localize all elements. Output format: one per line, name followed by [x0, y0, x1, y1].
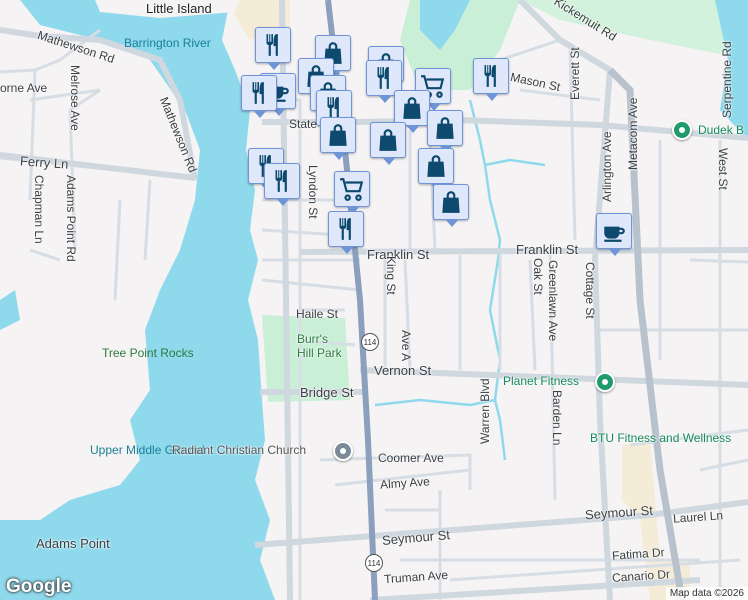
poi-pin-icon[interactable] [595, 372, 615, 392]
road-label: Metacom Ave [626, 97, 640, 170]
road-label: Ave A [399, 330, 413, 362]
shopping-marker[interactable] [370, 122, 406, 165]
restaurant-marker[interactable] [328, 211, 364, 254]
fork-knife-icon [266, 34, 278, 56]
road-label: Melrose Ave [68, 65, 82, 131]
road-label: King St [384, 256, 398, 295]
poi-label[interactable]: Radiant Christian Church [172, 443, 306, 457]
restaurant-marker[interactable] [473, 58, 509, 101]
restaurant-marker[interactable] [264, 163, 300, 206]
church-icon[interactable] [333, 441, 353, 461]
restaurant-marker[interactable] [241, 75, 277, 118]
place-label: Adams Point [36, 536, 110, 551]
road-label: Lyndon St [306, 165, 320, 219]
road-label: Adams Point Rd [64, 175, 78, 262]
road-label: Cottage St [583, 262, 597, 319]
shopping-bag-icon [403, 97, 421, 119]
place-label: Little Island [146, 1, 212, 16]
road-label: Warren Blvd [478, 378, 492, 444]
road-label: Serpentine Rd [720, 41, 734, 118]
map-attribution[interactable]: Map data ©2026 [665, 587, 748, 600]
cafe-marker[interactable] [596, 213, 632, 256]
fork-knife-icon [275, 170, 287, 192]
road-label: Arlington Ave [600, 131, 614, 203]
road-label: Franklin St [367, 247, 430, 262]
road-label: Chapman Ln [32, 175, 46, 244]
road-label: Vernon St [374, 363, 432, 378]
route-shield-icon: 114 [361, 333, 379, 351]
shopping-bag-icon [427, 155, 445, 177]
road-label: Franklin St [516, 242, 579, 257]
grocery-marker[interactable] [334, 171, 370, 214]
route-shield-icon: 114 [365, 554, 383, 572]
park-label: Burr's Hill Park [297, 332, 342, 360]
fork-knife-icon [339, 218, 351, 240]
shopping-bag-icon [329, 124, 347, 146]
coffee-cup-icon [604, 226, 625, 242]
fork-knife-icon [252, 82, 264, 104]
road-label: Greenlawn Ave [546, 260, 560, 342]
poi-label[interactable]: BTU Fitness and Wellness [590, 431, 731, 445]
shopping-marker[interactable] [433, 184, 469, 227]
shopping-bag-icon [379, 129, 397, 151]
place-label: Tree Point Rocks [102, 346, 194, 360]
fork-knife-icon [377, 67, 389, 89]
poi-label[interactable]: Dudek B [698, 123, 744, 137]
road-label: Oak St [531, 258, 545, 295]
road-label: Haile St [296, 307, 339, 321]
road-label: orne Ave [0, 81, 48, 95]
road-label: Barden Ln [550, 390, 564, 446]
road-label: Everett St [568, 47, 582, 100]
fork-knife-icon [484, 65, 496, 87]
road-label: West St [716, 148, 730, 190]
water [0, 290, 20, 330]
shopping-marker[interactable] [320, 117, 356, 160]
shopping-marker[interactable] [394, 90, 430, 133]
shopping-bag-icon [436, 117, 454, 139]
shopping-marker[interactable] [418, 148, 454, 191]
shopping-bag-icon [442, 191, 460, 213]
shopping-marker[interactable] [427, 110, 463, 153]
poi-pin-icon[interactable] [672, 120, 692, 140]
google-logo: Google [6, 576, 72, 597]
restaurant-marker[interactable] [255, 27, 291, 70]
shopping-cart-icon [340, 178, 364, 201]
road-label: Bridge St [300, 385, 354, 400]
road-label: Coomer Ave [378, 451, 444, 465]
water-label: Barrington River [124, 36, 211, 50]
poi-label[interactable]: Planet Fitness [503, 374, 579, 388]
